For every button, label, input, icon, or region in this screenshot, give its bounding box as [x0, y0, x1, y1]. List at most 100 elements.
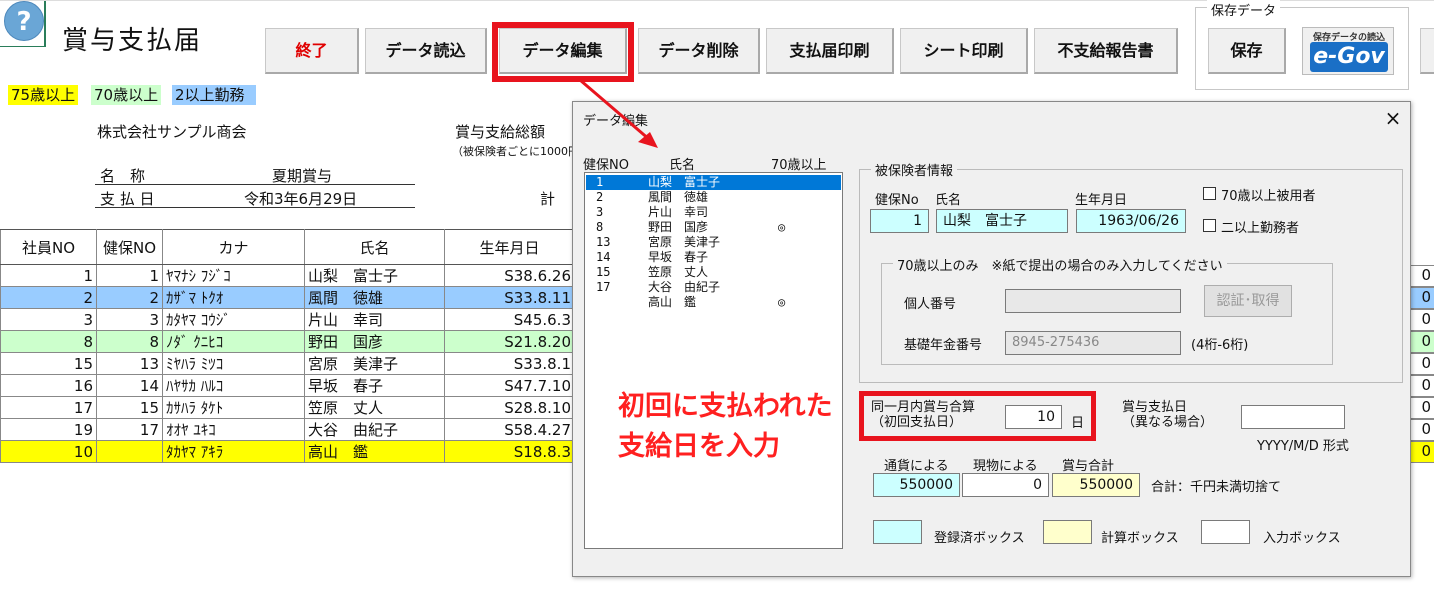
- help-icon[interactable]: ?: [4, 1, 44, 41]
- close-icon[interactable]: ×: [1381, 106, 1405, 130]
- cell-emp-no[interactable]: 2: [0, 286, 97, 309]
- cell-emp-no[interactable]: 17: [0, 396, 97, 419]
- cell-name[interactable]: 片山 幸司: [304, 308, 445, 331]
- cell-birth[interactable]: S45.6.3: [444, 308, 575, 331]
- cell-name[interactable]: 宮原 美津子: [304, 352, 445, 375]
- end-button[interactable]: 終了: [265, 28, 359, 74]
- table-row[interactable]: 10 ﾀｶﾔﾏ ｱｷﾗ 高山 鑑 S18.8.3: [0, 440, 575, 463]
- cell-birth[interactable]: S58.4.27: [444, 418, 575, 441]
- sum-label: 計: [540, 190, 556, 208]
- table-row[interactable]: 2 2 ｶｻﾞﾏ ﾄｸｵ 風間 徳雄 S33.8.11: [0, 286, 575, 309]
- col-birth: 生年月日: [444, 229, 575, 265]
- goods-field[interactable]: 0: [962, 473, 1049, 497]
- cell-birth[interactable]: S47.7.10: [444, 374, 575, 397]
- legend-calc-label: 計算ボックス: [1101, 531, 1179, 546]
- cell-kenpo-no[interactable]: [96, 440, 163, 463]
- over70-checkbox[interactable]: [1203, 187, 1216, 200]
- table-row[interactable]: 19 17 ｵｵﾔ ﾕｷｺ 大谷 由紀子 S58.4.27: [0, 418, 575, 441]
- cell-emp-no[interactable]: 15: [0, 352, 97, 375]
- cell-emp-no[interactable]: 1: [0, 264, 97, 287]
- cell-kenpo-no[interactable]: 13: [96, 352, 163, 375]
- cell-kenpo-no[interactable]: 8: [96, 330, 163, 353]
- list-item[interactable]: 8 野田 国彦 ◎: [586, 220, 841, 235]
- cell-birth[interactable]: S18.8.3: [444, 440, 575, 463]
- table-row[interactable]: 1 1 ﾔﾏﾅｼ ﾌｼﾞｺ 山梨 富士子 S38.6.26: [0, 264, 575, 287]
- cell-name[interactable]: 風間 徳雄: [304, 286, 445, 309]
- cell-right-value[interactable]: 0: [1410, 309, 1434, 331]
- read-data-button[interactable]: データ読込: [365, 28, 487, 74]
- list-item[interactable]: 13 宮原 美津子: [586, 235, 841, 250]
- table-row[interactable]: 8 8 ﾉﾀﾞ ｸﾆﾋｺ 野田 国彦 S21.8.20: [0, 330, 575, 353]
- cell-name[interactable]: 早坂 春子: [304, 374, 445, 397]
- cell-kana[interactable]: ﾔﾏﾅｼ ﾌｼﾞｺ: [162, 264, 305, 287]
- birthdate-field: 1963/06/26: [1076, 209, 1186, 233]
- cell-name[interactable]: 野田 国彦: [304, 330, 445, 353]
- cell-kana[interactable]: ｶｻﾊﾗ ﾀｹﾄ: [162, 396, 305, 419]
- cell-right-value[interactable]: 0: [1410, 419, 1434, 441]
- cell-kana[interactable]: ｵｵﾔ ﾕｷｺ: [162, 418, 305, 441]
- bonus-payday-field[interactable]: [1241, 405, 1345, 429]
- table-row[interactable]: 15 13 ﾐﾔﾊﾗ ﾐﾂｺ 宮原 美津子 S33.8.1: [0, 352, 575, 375]
- cell-kana[interactable]: ﾐﾔﾊﾗ ﾐﾂｺ: [162, 352, 305, 375]
- cell-birth[interactable]: S38.6.26: [444, 264, 575, 287]
- multi-employment-checkbox[interactable]: [1203, 219, 1216, 232]
- cell-birth[interactable]: S21.8.20: [444, 330, 575, 353]
- auth-acquire-button[interactable]: 認証･取得: [1204, 285, 1292, 317]
- cell-right-value[interactable]: 0: [1410, 441, 1434, 463]
- table-row[interactable]: 16 14 ﾊﾔｻｶ ﾊﾙｺ 早坂 春子 S47.7.10: [0, 374, 575, 397]
- print-sheet-button[interactable]: シート印刷: [900, 28, 1028, 74]
- cell-right-value[interactable]: 0: [1410, 375, 1434, 397]
- cell-kenpo-no[interactable]: 17: [96, 418, 163, 441]
- pension-number-field[interactable]: 8945-275436: [1005, 331, 1181, 355]
- cell-kana[interactable]: ﾊﾔｻｶ ﾊﾙｺ: [162, 374, 305, 397]
- cell-kana[interactable]: ﾀｶﾔﾏ ｱｷﾗ: [162, 440, 305, 463]
- egov-button[interactable]: 保存データの読込 e-Gov: [1302, 27, 1394, 75]
- table-row[interactable]: 3 3 ｶﾀﾔﾏ ｺｳｼﾞ 片山 幸司 S45.6.3: [0, 308, 575, 331]
- cell-birth[interactable]: S28.8.10: [444, 396, 575, 419]
- cell-right-value[interactable]: 0: [1410, 353, 1434, 375]
- print-notice-button[interactable]: 支払届印刷: [766, 28, 894, 74]
- cell-kenpo-no[interactable]: 1: [96, 264, 163, 287]
- cell-kana[interactable]: ｶﾀﾔﾏ ｺｳｼﾞ: [162, 308, 305, 331]
- list-item[interactable]: 14 早坂 春子: [586, 250, 841, 265]
- cell-name[interactable]: 笠原 丈人: [304, 396, 445, 419]
- cell-kana[interactable]: ｶｻﾞﾏ ﾄｸｵ: [162, 286, 305, 309]
- extra-button[interactable]: [1420, 28, 1434, 74]
- my-number-field[interactable]: [1005, 289, 1181, 313]
- cell-emp-no[interactable]: 19: [0, 418, 97, 441]
- first-payday-field[interactable]: 10: [1005, 405, 1062, 429]
- cell-kenpo-no[interactable]: 15: [96, 396, 163, 419]
- cell-right-value[interactable]: 0: [1410, 265, 1434, 287]
- rounding-note: 合計：千円未満切捨て: [1151, 480, 1282, 495]
- cell-name[interactable]: 大谷 由紀子: [304, 418, 445, 441]
- cell-kenpo-no[interactable]: 2: [96, 286, 163, 309]
- save-button[interactable]: 保存: [1208, 28, 1286, 74]
- cell-name[interactable]: 高山 鑑: [304, 440, 445, 463]
- cell-right-value[interactable]: 0: [1410, 331, 1434, 353]
- legend-calc-box: [1043, 520, 1092, 544]
- delete-data-button[interactable]: データ削除: [638, 28, 760, 74]
- cell-emp-no[interactable]: 16: [0, 374, 97, 397]
- cell-birth[interactable]: S33.8.11: [444, 286, 575, 309]
- list-item[interactable]: 17 大谷 由紀子: [586, 280, 841, 295]
- cell-emp-no[interactable]: 8: [0, 330, 97, 353]
- cell-emp-no[interactable]: 10: [0, 440, 97, 463]
- legend-input-box: [1201, 520, 1250, 544]
- non-payment-report-button[interactable]: 不支給報告書: [1034, 28, 1178, 74]
- cell-kana[interactable]: ﾉﾀﾞ ｸﾆﾋｺ: [162, 330, 305, 353]
- cell-right-value[interactable]: 0: [1410, 287, 1434, 309]
- cell-name[interactable]: 山梨 富士子: [304, 264, 445, 287]
- list-item[interactable]: 2 風間 徳雄: [586, 190, 841, 205]
- cell-kenpo-no[interactable]: 3: [96, 308, 163, 331]
- cell-right-value[interactable]: 0: [1410, 397, 1434, 419]
- table-row[interactable]: 17 15 ｶｻﾊﾗ ﾀｹﾄ 笠原 丈人 S28.8.10: [0, 396, 575, 419]
- list-item[interactable]: 1 山梨 富士子: [586, 175, 841, 190]
- cell-kenpo-no[interactable]: 14: [96, 374, 163, 397]
- insured-listbox[interactable]: 1 山梨 富士子 2 風間 徳雄 3 片山 幸司 8 野田 国彦 ◎ 13 宮原 美津子 14 早坂 春…: [584, 172, 843, 549]
- legend-registered-label: 登録済ボックス: [934, 531, 1025, 546]
- cell-birth[interactable]: S33.8.1: [444, 352, 575, 375]
- cell-emp-no[interactable]: 3: [0, 308, 97, 331]
- list-item[interactable]: 高山 鑑 ◎: [586, 295, 841, 310]
- list-item[interactable]: 3 片山 幸司: [586, 205, 841, 220]
- list-item[interactable]: 15 笠原 丈人: [586, 265, 841, 280]
